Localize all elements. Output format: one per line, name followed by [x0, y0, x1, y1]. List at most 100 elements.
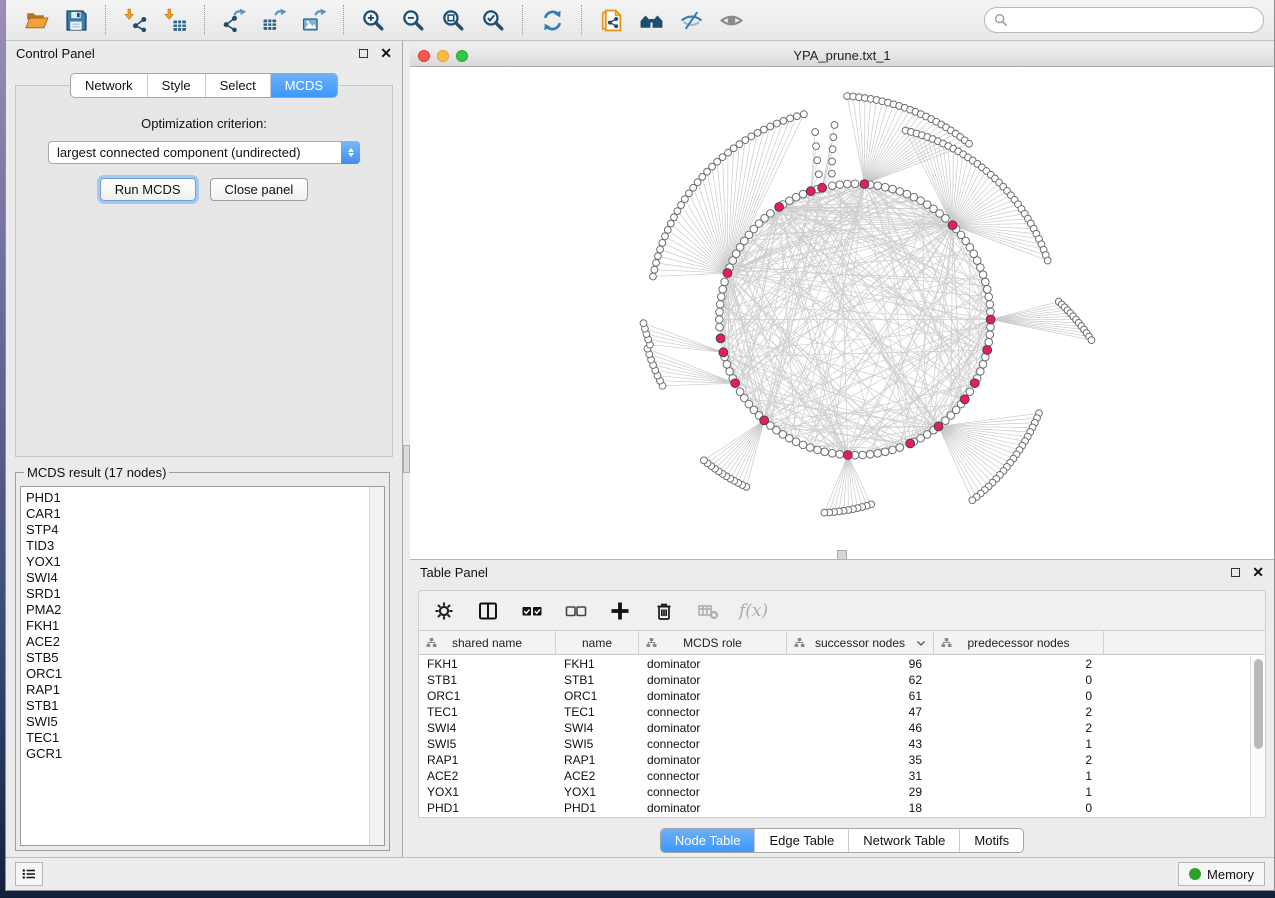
- export-image-button[interactable]: [297, 4, 331, 36]
- table-row[interactable]: PHD1PHD1dominator180: [419, 800, 1250, 816]
- unselect-all-columns-button[interactable]: [563, 598, 589, 624]
- org-chart-icon: [646, 638, 657, 648]
- delete-table-icon: [697, 600, 719, 622]
- table-row[interactable]: RAP1RAP1dominator352: [419, 752, 1250, 768]
- optimization-criterion-select[interactable]: largest connected component (undirected): [48, 141, 360, 164]
- mcds-result-item[interactable]: SWI4: [26, 570, 369, 586]
- mcds-result-item[interactable]: PHD1: [26, 490, 369, 506]
- table-cell: dominator: [639, 800, 787, 816]
- mcds-result-item[interactable]: PMA2: [26, 602, 369, 618]
- table-body: FKH1FKH1dominator962STB1STB1dominator620…: [419, 656, 1250, 817]
- column-header-predecessor-nodes[interactable]: predecessor nodes: [934, 631, 1104, 655]
- refresh-view-button[interactable]: [535, 4, 569, 36]
- column-header-name[interactable]: name: [556, 631, 639, 655]
- column-header-mcds-role[interactable]: MCDS role: [639, 631, 787, 655]
- table-scrollbar-thumb[interactable]: [1254, 659, 1263, 749]
- right-column: YPA_prune.txt_1 Table Panel ✕: [410, 41, 1274, 857]
- zoom-selected-button[interactable]: [476, 4, 510, 36]
- tab-network-table[interactable]: Network Table: [848, 829, 959, 852]
- table-cell: ORC1: [556, 688, 639, 704]
- column-header-shared-name[interactable]: shared name: [419, 631, 556, 655]
- task-history-button[interactable]: [15, 862, 43, 886]
- table-row[interactable]: ACE2ACE2connector311: [419, 768, 1250, 784]
- table-row[interactable]: SWI4SWI4dominator462: [419, 720, 1250, 736]
- show-columns-button[interactable]: [475, 598, 501, 624]
- search-input[interactable]: [1014, 12, 1254, 29]
- tab-node-table[interactable]: Node Table: [661, 829, 755, 852]
- network-canvas[interactable]: [410, 67, 1274, 559]
- table-cell: [1104, 784, 1250, 800]
- window-minimize-traffic-light[interactable]: [437, 50, 449, 62]
- table-row[interactable]: SWI5SWI5connector431: [419, 736, 1250, 752]
- open-file-button[interactable]: [19, 4, 53, 36]
- table-row[interactable]: STB1STB1dominator620: [419, 672, 1250, 688]
- split-collapse-handle[interactable]: [837, 550, 847, 559]
- table-scrollbar[interactable]: [1250, 656, 1265, 817]
- mcds-result-item[interactable]: FKH1: [26, 618, 369, 634]
- table-row[interactable]: TEC1TEC1connector472: [419, 704, 1250, 720]
- select-all-columns-button[interactable]: [519, 598, 545, 624]
- share-network-document-button[interactable]: [594, 4, 628, 36]
- mcds-result-item[interactable]: TEC1: [26, 730, 369, 746]
- mcds-result-item[interactable]: ACE2: [26, 634, 369, 650]
- first-neighbors-button[interactable]: [634, 4, 668, 36]
- criterion-selected-value: largest connected component (undirected): [49, 145, 341, 160]
- mcds-result-item[interactable]: STB1: [26, 698, 369, 714]
- zoom-out-button[interactable]: [396, 4, 430, 36]
- mcds-result-item[interactable]: YOX1: [26, 554, 369, 570]
- table-cell: 1: [934, 784, 1104, 800]
- function-builder-label-disabled: f(x): [739, 601, 768, 621]
- float-table-panel-icon[interactable]: [1231, 568, 1240, 577]
- mcds-result-item[interactable]: TID3: [26, 538, 369, 554]
- splitter-handle[interactable]: [403, 445, 410, 473]
- mcds-result-item[interactable]: ORC1: [26, 666, 369, 682]
- zoom-fit-button[interactable]: [436, 4, 470, 36]
- org-chart-icon: [794, 638, 805, 648]
- close-table-panel-icon[interactable]: ✕: [1252, 565, 1264, 579]
- window-close-traffic-light[interactable]: [418, 50, 430, 62]
- tab-edge-table[interactable]: Edge Table: [754, 829, 848, 852]
- mcds-result-item[interactable]: GCR1: [26, 746, 369, 762]
- mcds-result-item[interactable]: STP4: [26, 522, 369, 538]
- save-session-button[interactable]: [59, 4, 93, 36]
- tab-motifs[interactable]: Motifs: [959, 829, 1023, 852]
- mcds-result-item[interactable]: SWI5: [26, 714, 369, 730]
- run-mcds-button[interactable]: Run MCDS: [100, 178, 196, 201]
- mcds-result-item[interactable]: STB5: [26, 650, 369, 666]
- tab-network[interactable]: Network: [71, 74, 147, 97]
- zoom-in-button[interactable]: [356, 4, 390, 36]
- show-all-button[interactable]: [714, 4, 748, 36]
- tab-select[interactable]: Select: [205, 74, 270, 97]
- close-panel-icon[interactable]: ✕: [380, 46, 392, 60]
- mcds-result-item[interactable]: RAP1: [26, 682, 369, 698]
- mcds-result-item[interactable]: SRD1: [26, 586, 369, 602]
- table-cell: 96: [787, 656, 934, 672]
- float-panel-icon[interactable]: [359, 49, 368, 58]
- table-cell: connector: [639, 736, 787, 752]
- export-network-button[interactable]: [217, 4, 251, 36]
- table-row[interactable]: FKH1FKH1dominator962: [419, 656, 1250, 672]
- table-settings-button[interactable]: [431, 598, 457, 624]
- table-row[interactable]: YOX1YOX1connector291: [419, 784, 1250, 800]
- mcds-result-item[interactable]: CAR1: [26, 506, 369, 522]
- import-network-button[interactable]: [118, 4, 152, 36]
- combo-stepper-icon: [341, 141, 360, 164]
- delete-columns-button[interactable]: [651, 598, 677, 624]
- vertical-splitter[interactable]: [402, 41, 410, 857]
- column-header-successor-nodes[interactable]: successor nodes: [787, 631, 934, 655]
- add-column-button[interactable]: [607, 598, 633, 624]
- main-toolbar: [6, 0, 1274, 41]
- tab-style[interactable]: Style: [147, 74, 205, 97]
- mcds-result-scrollbar[interactable]: [369, 487, 384, 845]
- eye-icon: [719, 8, 744, 33]
- export-table-button[interactable]: [257, 4, 291, 36]
- close-panel-button[interactable]: Close panel: [210, 178, 309, 201]
- gear-icon: [433, 600, 455, 622]
- tab-mcds[interactable]: MCDS: [270, 74, 337, 97]
- window-zoom-traffic-light[interactable]: [456, 50, 468, 62]
- memory-button[interactable]: Memory: [1178, 862, 1265, 886]
- table-row[interactable]: ORC1ORC1dominator610: [419, 688, 1250, 704]
- table-cell: 61: [787, 688, 934, 704]
- hide-selected-button[interactable]: [674, 4, 708, 36]
- import-table-button[interactable]: [158, 4, 192, 36]
